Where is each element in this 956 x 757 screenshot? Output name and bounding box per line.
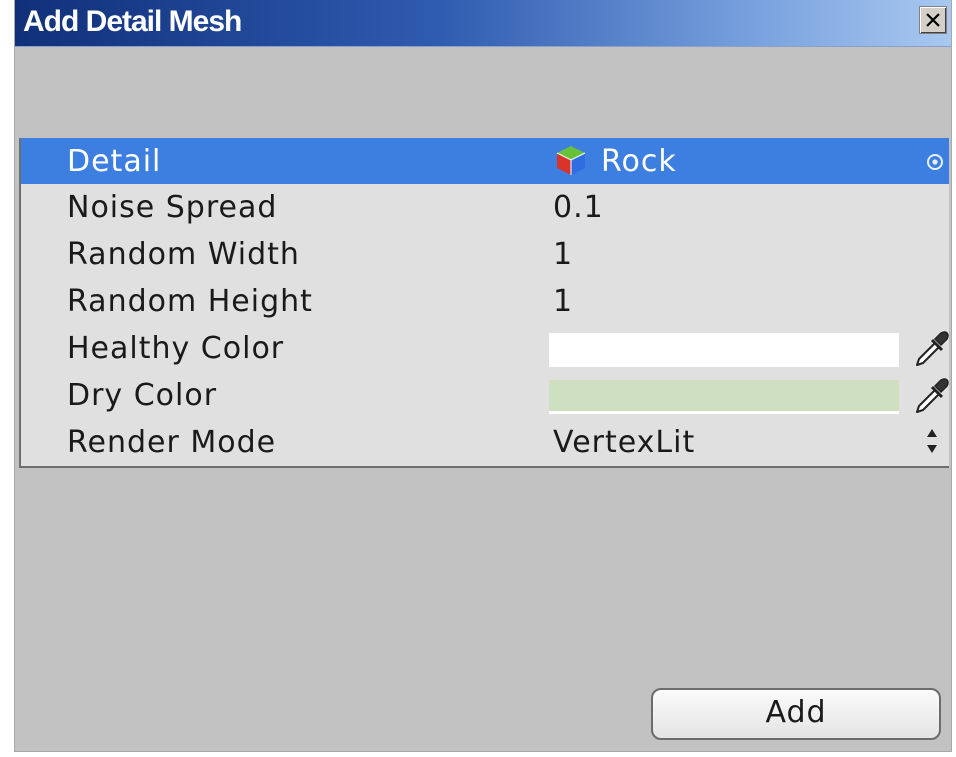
random-height-label: Random Height bbox=[67, 284, 313, 319]
render-mode-dropdown[interactable]: VertexLit bbox=[553, 425, 695, 461]
healthy-color-row[interactable]: Healthy Color bbox=[21, 325, 949, 371]
render-mode-label: Render Mode bbox=[67, 425, 277, 460]
detail-label: Detail bbox=[67, 144, 162, 179]
add-button[interactable]: Add bbox=[651, 688, 941, 740]
random-height-row[interactable]: Random Height 1 bbox=[21, 278, 949, 324]
random-width-field[interactable]: 1 bbox=[553, 237, 573, 273]
dry-color-row[interactable]: Dry Color bbox=[21, 372, 949, 418]
dry-color-label: Dry Color bbox=[67, 378, 218, 413]
add-detail-mesh-window: Add Detail Mesh Detail Rock Noise Spread… bbox=[14, 0, 952, 752]
dry-color-swatch[interactable] bbox=[549, 380, 899, 414]
dropdown-arrows-icon[interactable] bbox=[925, 425, 939, 459]
noise-spread-field[interactable]: 0.1 bbox=[553, 190, 604, 226]
object-picker-icon[interactable] bbox=[925, 152, 945, 172]
healthy-color-label: Healthy Color bbox=[67, 331, 285, 366]
detail-mesh-value: Rock bbox=[601, 144, 677, 179]
eyedropper-icon[interactable] bbox=[911, 329, 951, 369]
window-title: Add Detail Mesh bbox=[23, 5, 242, 38]
random-width-label: Random Width bbox=[67, 237, 300, 272]
noise-spread-label: Noise Spread bbox=[67, 190, 278, 225]
mesh-cube-icon bbox=[556, 146, 586, 175]
title-bar[interactable]: Add Detail Mesh bbox=[15, 0, 951, 47]
eyedropper-icon[interactable] bbox=[911, 376, 951, 416]
close-button[interactable] bbox=[919, 6, 947, 34]
random-height-field[interactable]: 1 bbox=[553, 284, 573, 320]
random-width-row[interactable]: Random Width 1 bbox=[21, 231, 949, 277]
noise-spread-row[interactable]: Noise Spread 0.1 bbox=[21, 184, 949, 230]
properties-panel: Detail Rock Noise Spread 0.1 Random Widt… bbox=[19, 138, 949, 468]
healthy-color-swatch[interactable] bbox=[549, 333, 899, 367]
detail-row[interactable]: Detail Rock bbox=[21, 138, 949, 184]
render-mode-row[interactable]: Render Mode VertexLit bbox=[21, 419, 949, 465]
close-icon bbox=[926, 13, 940, 27]
